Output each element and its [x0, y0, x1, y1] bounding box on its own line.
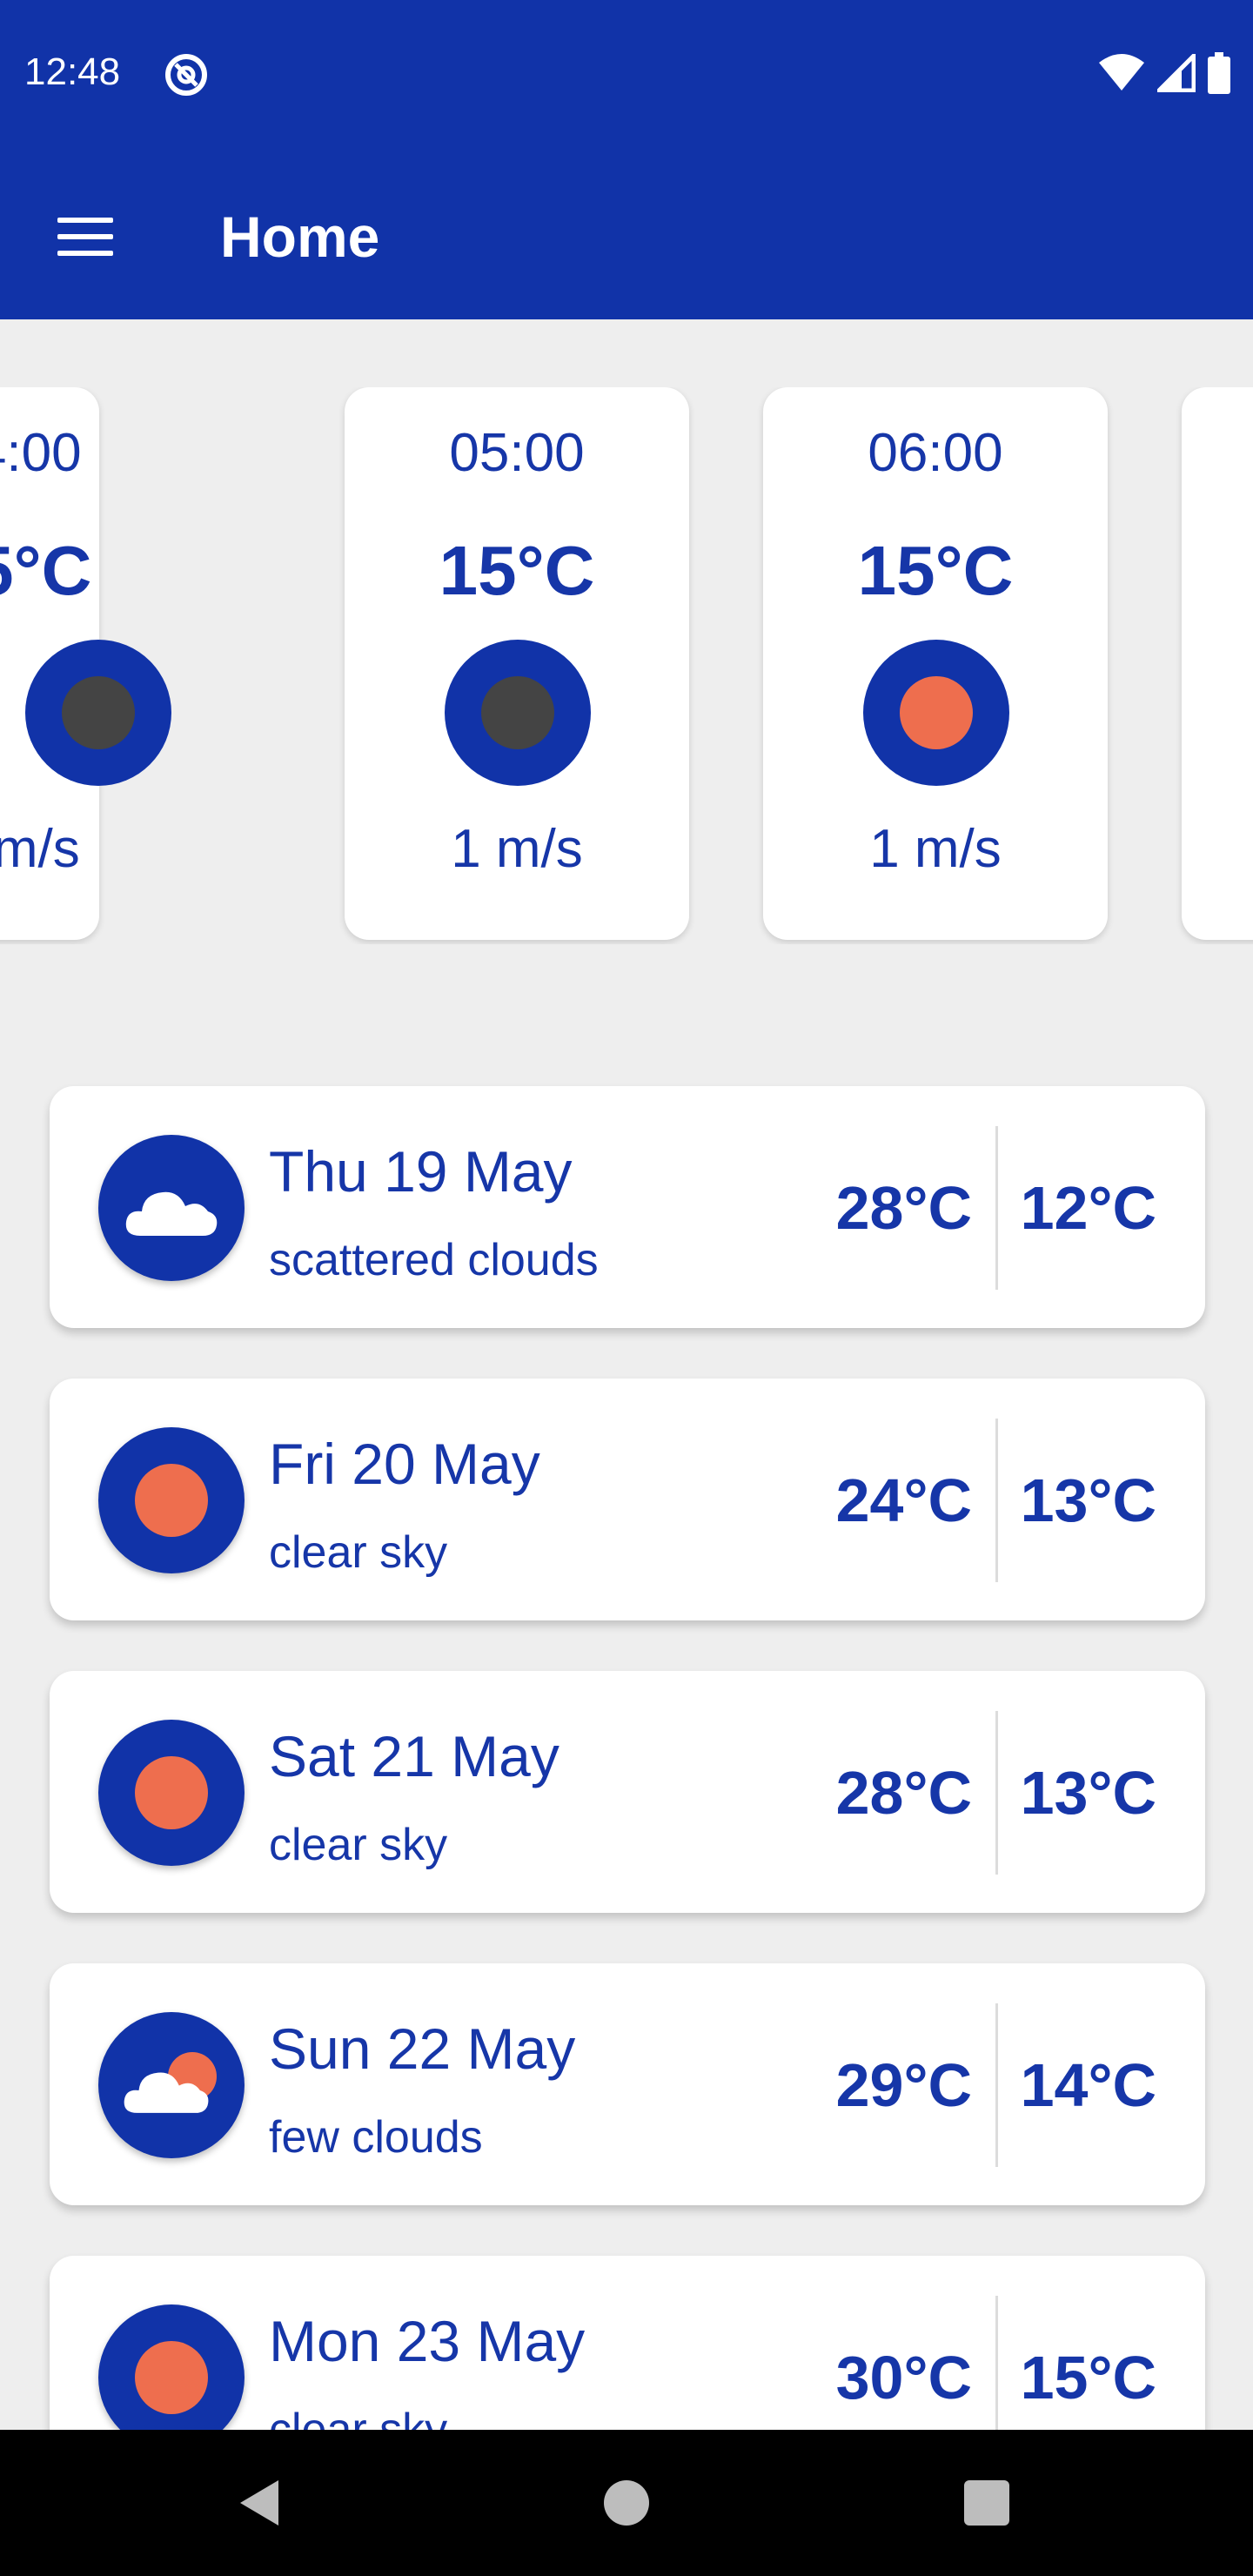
- hourly-card[interactable]: 06:00 15°C 1 m/s: [763, 387, 1108, 940]
- hourly-card[interactable]: [1182, 387, 1253, 940]
- daily-description: clear sky: [269, 1820, 448, 1870]
- sun-cloud-icon: [98, 2012, 245, 2158]
- daily-date: Mon 23 May: [269, 2309, 586, 2373]
- status-icons: [1098, 50, 1230, 96]
- daily-max-temp: 30°C: [835, 2344, 972, 2412]
- divider: [995, 1419, 998, 1582]
- status-time: 12:48: [24, 50, 121, 93]
- hourly-forecast-list[interactable]: 04:00 15°C 1 m/s 05:00 15°C 1 m/s 06:00 …: [0, 387, 1253, 944]
- daily-min-temp: 13°C: [1020, 1759, 1156, 1827]
- daily-card[interactable]: Sat 21 May clear sky 28°C 13°C: [50, 1671, 1205, 1913]
- hamburger-menu-icon[interactable]: [44, 209, 127, 265]
- hourly-time: 04:00: [0, 423, 82, 483]
- daily-card[interactable]: Sun 22 May few clouds 29°C 14°C: [50, 1963, 1205, 2205]
- sun-icon: [863, 640, 1009, 786]
- daily-date: Fri 20 May: [269, 1432, 540, 1496]
- divider: [995, 1711, 998, 1875]
- battery-icon: [1208, 52, 1230, 94]
- daily-max-temp: 28°C: [835, 1174, 972, 1242]
- app-bar: Home: [0, 148, 1253, 319]
- divider: [995, 1126, 998, 1290]
- daily-card[interactable]: Fri 20 May clear sky 24°C 13°C: [50, 1379, 1205, 1620]
- daily-min-temp: 14°C: [1020, 2051, 1156, 2119]
- status-bar: 12:48: [0, 0, 1253, 148]
- daily-date: Sat 21 May: [269, 1724, 559, 1788]
- hourly-temp: 15°C: [0, 532, 92, 609]
- daily-max-temp: 29°C: [835, 2051, 972, 2119]
- daily-description: scattered clouds: [269, 1235, 599, 1285]
- daily-max-temp: 24°C: [835, 1466, 972, 1534]
- cloud-icon: [98, 1135, 245, 1281]
- hourly-wind: 1 m/s: [869, 819, 1002, 879]
- sun-icon: [98, 1720, 245, 1866]
- hourly-temp: 15°C: [439, 532, 595, 609]
- recents-icon[interactable]: [964, 2480, 1009, 2526]
- home-icon[interactable]: [604, 2480, 649, 2526]
- daily-date: Thu 19 May: [269, 1139, 573, 1204]
- hourly-time: 06:00: [868, 423, 1003, 483]
- hourly-card[interactable]: 05:00 15°C 1 m/s: [345, 387, 689, 940]
- hourly-card[interactable]: 04:00 15°C 1 m/s: [0, 387, 171, 940]
- daily-description: clear sky: [269, 1527, 448, 1578]
- hourly-temp: 15°C: [857, 532, 1014, 609]
- daily-min-temp: 12°C: [1020, 1174, 1156, 1242]
- daily-min-temp: 13°C: [1020, 1466, 1156, 1534]
- night-icon: [445, 640, 591, 786]
- sun-icon: [98, 1427, 245, 1573]
- app-notification-icon: [165, 54, 207, 96]
- signal-icon: [1157, 54, 1196, 92]
- night-icon: [25, 640, 171, 786]
- system-nav-bar: [0, 2430, 1253, 2576]
- page-title: Home: [220, 205, 380, 269]
- daily-min-temp: 15°C: [1020, 2344, 1156, 2412]
- back-icon[interactable]: [235, 2477, 287, 2529]
- hourly-wind: 1 m/s: [0, 819, 80, 879]
- daily-date: Sun 22 May: [269, 2016, 576, 2081]
- sun-icon: [98, 2304, 245, 2451]
- daily-description: few clouds: [269, 2112, 483, 2163]
- wifi-icon: [1099, 54, 1144, 91]
- daily-max-temp: 28°C: [835, 1759, 972, 1827]
- daily-card[interactable]: Thu 19 May scattered clouds 28°C 12°C: [50, 1086, 1205, 1328]
- hourly-wind: 1 m/s: [451, 819, 583, 879]
- divider: [995, 2003, 998, 2167]
- hourly-time: 05:00: [449, 423, 585, 483]
